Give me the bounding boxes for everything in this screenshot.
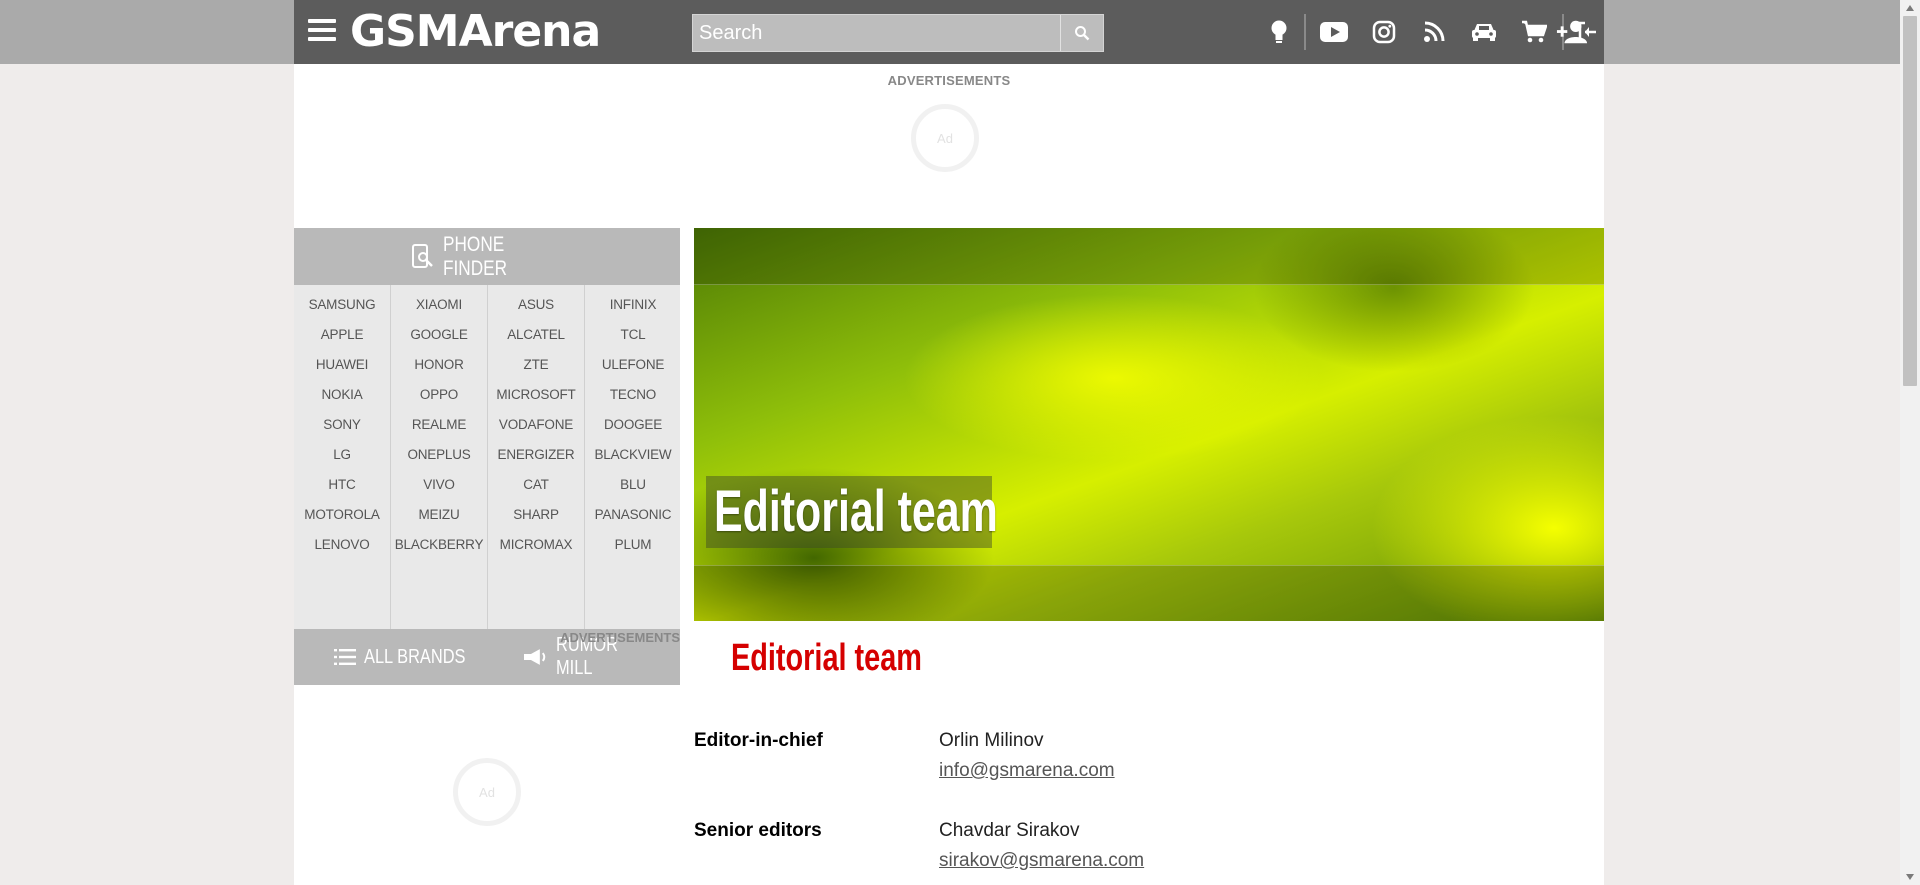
scrollbar-thumb[interactable] [1903, 16, 1917, 386]
brand-link[interactable]: ENERGIZER [488, 440, 584, 470]
brand-link[interactable]: HTC [294, 470, 390, 500]
hero-banner: Editorial team [694, 228, 1604, 621]
brand-link[interactable]: DOOGEE [585, 410, 681, 440]
person-name: Orlin Milinov [939, 730, 1044, 751]
brand-column: SAMSUNG APPLE HUAWEI NOKIA SONY LG HTC M… [294, 285, 391, 629]
email-link[interactable]: info@gsmarena.com [939, 760, 1115, 782]
brand-link[interactable]: MOTOROLA [294, 500, 390, 530]
brand-link[interactable]: HONOR [391, 350, 487, 380]
list-icon [334, 649, 356, 665]
brand-link[interactable]: VODAFONE [488, 410, 584, 440]
brand-link[interactable]: ALCATEL [488, 320, 584, 350]
youtube-icon[interactable] [1318, 16, 1350, 48]
brand-link[interactable]: ASUS [488, 290, 584, 320]
menu-icon[interactable] [308, 19, 336, 43]
page-title: Editorial team [731, 637, 922, 679]
brand-link[interactable]: NOKIA [294, 380, 390, 410]
brand-link[interactable]: HUAWEI [294, 350, 390, 380]
search-box [692, 14, 1104, 52]
brand-link[interactable]: REALME [391, 410, 487, 440]
brand-link[interactable]: ZTE [488, 350, 584, 380]
phone-finder-label: PHONE FINDER [443, 232, 508, 280]
instagram-icon[interactable] [1368, 16, 1400, 48]
brand-link[interactable]: GOOGLE [391, 320, 487, 350]
brand-link[interactable]: TECNO [585, 380, 681, 410]
brand-link[interactable]: MEIZU [391, 500, 487, 530]
brand-link[interactable]: MICROMAX [488, 530, 584, 560]
scroll-up-arrow-icon[interactable] [1900, 0, 1920, 16]
ad-placeholder: Ad [911, 104, 979, 172]
brand-link[interactable]: BLACKVIEW [585, 440, 681, 470]
cart-icon[interactable] [1518, 16, 1550, 48]
brand-link[interactable]: VIVO [391, 470, 487, 500]
search-input[interactable] [693, 15, 1059, 51]
brand-link[interactable]: SONY [294, 410, 390, 440]
brand-link[interactable]: OPPO [391, 380, 487, 410]
ad-label: ADVERTISEMENTS [560, 630, 680, 645]
separator [1304, 14, 1306, 50]
brand-link[interactable]: XIAOMI [391, 290, 487, 320]
all-brands-label: ALL BRANDS [364, 645, 466, 668]
tip-us-icon[interactable] [1263, 16, 1295, 48]
search-icon [1075, 26, 1090, 41]
header-icons [1184, 0, 1604, 64]
brand-column: INFINIX TCL ULEFONE TECNO DOOGEE BLACKVI… [585, 285, 681, 629]
brand-link[interactable]: ONEPLUS [391, 440, 487, 470]
ad-label: ADVERTISEMENTS [887, 73, 1011, 88]
brand-link[interactable]: LG [294, 440, 390, 470]
person-name: Chavdar Sirakov [939, 820, 1080, 841]
brand-column: XIAOMI GOOGLE HONOR OPPO REALME ONEPLUS … [391, 285, 488, 629]
brand-link[interactable]: APPLE [294, 320, 390, 350]
search-button[interactable] [1060, 15, 1103, 51]
brand-link[interactable]: INFINIX [585, 290, 681, 320]
rss-icon[interactable] [1418, 16, 1450, 48]
brand-link[interactable]: SAMSUNG [294, 290, 390, 320]
scroll-down-arrow-icon[interactable] [1900, 869, 1920, 885]
scrollbar[interactable] [1900, 0, 1920, 885]
brand-column: ASUS ALCATEL ZTE MICROSOFT VODAFONE ENER… [488, 285, 585, 629]
brand-link[interactable]: PLUM [585, 530, 681, 560]
brand-link[interactable]: PANASONIC [585, 500, 681, 530]
brand-link[interactable]: LENOVO [294, 530, 390, 560]
brand-link[interactable]: MICROSOFT [488, 380, 584, 410]
hero-band [694, 565, 1604, 621]
brand-link[interactable]: ULEFONE [585, 350, 681, 380]
site-logo[interactable]: GSMArena [350, 6, 601, 58]
brand-link[interactable]: SHARP [488, 500, 584, 530]
email-link[interactable]: sirakov@gsmarena.com [939, 850, 1144, 872]
phone-finder-button[interactable]: PHONE FINDER [294, 228, 680, 285]
site-header: GSMArena [294, 0, 1604, 64]
role-label: Editor-in-chief [694, 730, 823, 751]
role-label: Senior editors [694, 820, 822, 841]
brand-link[interactable]: CAT [488, 470, 584, 500]
hero-title-box: Editorial team [706, 476, 998, 548]
phone-search-icon [412, 243, 433, 268]
hero-band [694, 228, 1604, 285]
megaphone-icon [524, 649, 546, 665]
hero-title: Editorial team [714, 479, 998, 544]
add-user-icon[interactable] [1556, 16, 1588, 48]
ad-placeholder: Ad [453, 758, 521, 826]
brand-link[interactable]: BLACKBERRY [391, 530, 487, 560]
car-icon[interactable] [1468, 16, 1500, 48]
brand-link[interactable]: TCL [585, 320, 681, 350]
main-container: ADVERTISEMENTS Ad PHONE FINDER SAMSUNG A… [294, 64, 1604, 885]
brand-list: SAMSUNG APPLE HUAWEI NOKIA SONY LG HTC M… [294, 285, 680, 629]
brand-link[interactable]: BLU [585, 470, 681, 500]
